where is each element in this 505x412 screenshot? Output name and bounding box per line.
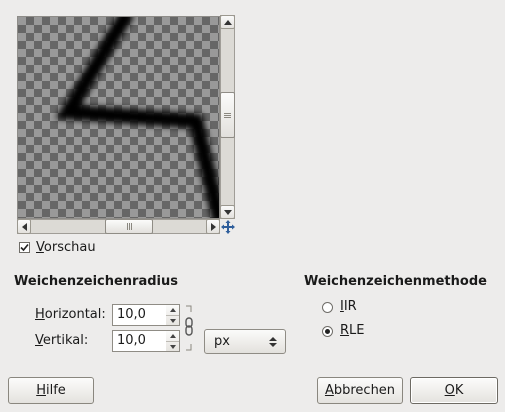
horizontal-spinner[interactable] xyxy=(166,304,180,326)
chain-link-button[interactable] xyxy=(183,304,195,352)
radius-heading: Weichenzeichenradius xyxy=(14,274,178,289)
grip-icon xyxy=(126,223,132,230)
scroll-up-button[interactable] xyxy=(220,15,235,29)
preview-checkbox-label[interactable]: Vorschau xyxy=(36,240,96,255)
scroll-up-icon xyxy=(223,19,232,25)
radio-rle[interactable] xyxy=(322,326,333,337)
preview-label-mnemonic: V xyxy=(36,240,44,255)
horizontal-input[interactable]: 10,0 xyxy=(112,304,172,326)
scroll-right-icon xyxy=(210,222,216,231)
chain-link-icon xyxy=(185,305,193,351)
radio-iir-label[interactable]: IIR xyxy=(340,299,357,314)
unit-combo-value: px xyxy=(214,334,230,349)
vertical-input[interactable]: 10,0 xyxy=(112,330,172,352)
vertical-spinner[interactable] xyxy=(166,330,180,352)
scroll-left-button[interactable] xyxy=(17,219,31,234)
checkmark-icon xyxy=(20,243,29,252)
scroll-left-icon xyxy=(21,222,27,231)
preview-canvas[interactable] xyxy=(17,16,220,219)
spin-up-icon xyxy=(169,334,176,338)
spin-up-button[interactable] xyxy=(166,305,179,316)
scroll-down-icon xyxy=(223,209,232,215)
method-heading: Weichenzeichenmethode xyxy=(304,274,487,289)
horizontal-label: Horizontal: xyxy=(35,307,106,322)
spin-down-button[interactable] xyxy=(166,342,179,352)
preview-image xyxy=(55,17,219,218)
preview-label-rest: orschau xyxy=(43,240,96,255)
radio-iir[interactable] xyxy=(322,302,333,313)
spin-down-icon xyxy=(169,345,176,349)
spin-down-icon xyxy=(169,319,176,323)
combo-arrows-icon xyxy=(269,336,277,347)
spin-down-button[interactable] xyxy=(166,316,179,326)
move-navigate-icon xyxy=(221,220,235,234)
cancel-button[interactable]: Abbrechen xyxy=(317,377,403,404)
help-button[interactable]: Hilfe xyxy=(8,377,94,404)
scroll-right-button[interactable] xyxy=(206,219,220,234)
preview-checkbox[interactable] xyxy=(19,242,30,253)
horizontal-scroll-thumb[interactable] xyxy=(105,219,153,234)
scroll-down-button[interactable] xyxy=(220,205,235,219)
spin-up-icon xyxy=(169,308,176,312)
radio-selected-dot xyxy=(325,329,330,334)
ok-button[interactable]: OK xyxy=(410,377,498,404)
radio-rle-label[interactable]: RLE xyxy=(340,323,365,338)
vertical-label: Vertikal: xyxy=(35,333,89,348)
grip-icon xyxy=(224,112,231,118)
spin-up-button[interactable] xyxy=(166,331,179,342)
unit-combo[interactable]: px xyxy=(204,329,286,354)
navigate-button[interactable] xyxy=(221,220,235,234)
vertical-scroll-thumb[interactable] xyxy=(220,92,235,138)
